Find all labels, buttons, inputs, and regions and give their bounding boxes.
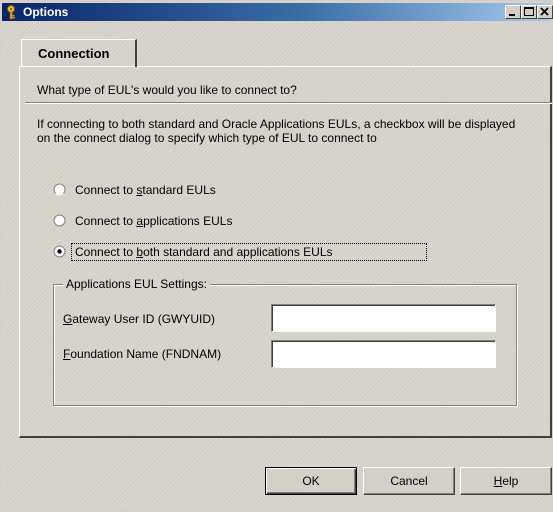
tab-connection-label: Connection [38, 46, 110, 61]
divider [25, 102, 552, 104]
maximize-icon [524, 7, 534, 16]
options-dialog: Options Connection What type of EUL's wo… [0, 0, 553, 512]
tab-connection[interactable]: Connection [21, 39, 137, 67]
radio-both-eul-label: Connect to both standard and application… [75, 245, 333, 259]
radio-unchecked-icon [53, 183, 66, 196]
gateway-user-id-label: Gateway User ID (GWYUID) [63, 312, 216, 326]
cancel-button[interactable]: Cancel [363, 467, 455, 495]
radio-applications-eul-label: Connect to applications EULs [75, 214, 233, 228]
key-icon [5, 4, 21, 20]
minimize-icon [509, 14, 515, 16]
radio-unchecked-icon [53, 214, 66, 227]
gateway-user-id-field[interactable] [271, 304, 496, 332]
applications-eul-settings-legend: Applications EUL Settings: [63, 277, 210, 291]
connection-question: What type of EUL's would you like to con… [37, 83, 297, 97]
ok-button[interactable]: OK [265, 467, 357, 495]
radio-checked-icon [53, 245, 66, 258]
radio-standard-eul-label: Connect to standard EULs [75, 183, 216, 197]
connection-description: If connecting to both standard and Oracl… [37, 117, 516, 145]
title-bar[interactable]: Options [2, 3, 553, 21]
maximize-button[interactable] [521, 5, 537, 19]
foundation-name-field[interactable] [271, 340, 496, 368]
help-button[interactable]: Help [460, 467, 552, 495]
close-button[interactable] [537, 5, 553, 19]
foundation-name-label: Foundation Name (FNDNAM) [63, 347, 222, 361]
minimize-button[interactable] [505, 5, 521, 19]
window-title: Options [23, 5, 69, 19]
close-icon [540, 7, 549, 16]
